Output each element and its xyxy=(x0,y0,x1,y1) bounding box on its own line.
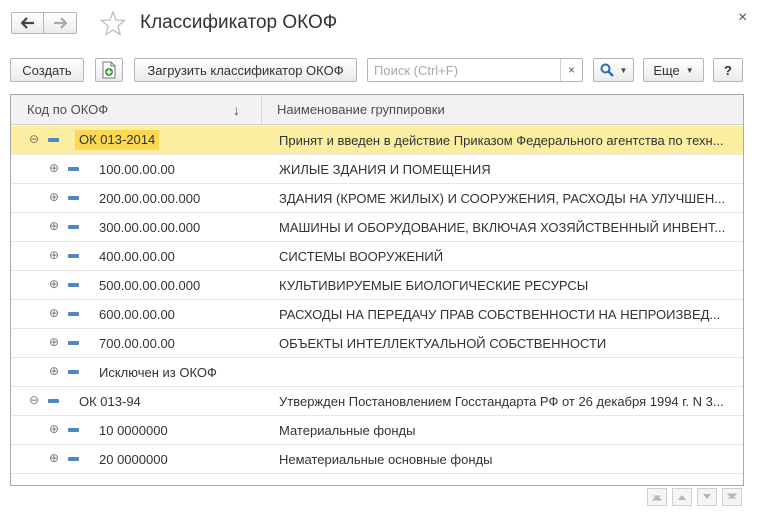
table-row[interactable]: ⊕ 500.00.00.00.000 КУЛЬТИВИРУЕМЫЕ БИОЛОГИЧ… xyxy=(11,271,743,300)
row-name: СИСТЕМЫ ВООРУЖЕНИЙ xyxy=(279,249,444,264)
table-row[interactable]: ⊕ 100.00.00.00 ЖИЛЫЕ ЗДАНИЯ И ПОМЕЩЕНИЯ xyxy=(11,155,743,184)
table-row[interactable]: ⊕ 300.00.00.00.000 МАШИНЫ И ОБОРУДОВАНИЕ, … xyxy=(11,213,743,242)
okof-table: Код по ОКОФ ↓ Наименование группировки ⊖… xyxy=(10,94,744,486)
table-header: Код по ОКОФ ↓ Наименование группировки xyxy=(11,95,743,125)
load-file-icon xyxy=(102,61,116,79)
group-marker-icon xyxy=(68,283,79,287)
row-code: 20 0000000 xyxy=(99,452,168,467)
magnifier-icon xyxy=(600,63,614,77)
load-file-button[interactable] xyxy=(95,58,123,82)
help-button[interactable]: ? xyxy=(713,58,743,82)
scroll-down-button[interactable] xyxy=(697,488,717,506)
expand-icon[interactable]: ⊕ xyxy=(47,335,61,349)
collapse-icon[interactable]: ⊖ xyxy=(27,132,41,146)
scroll-last-button[interactable] xyxy=(722,488,742,506)
group-marker-icon xyxy=(68,341,79,345)
group-marker-icon xyxy=(48,399,59,403)
column-divider[interactable] xyxy=(261,95,262,125)
star-icon xyxy=(99,10,127,36)
down-icon xyxy=(703,494,711,499)
group-marker-icon xyxy=(68,225,79,229)
back-button[interactable] xyxy=(11,12,44,34)
arrow-left-icon xyxy=(20,17,34,29)
group-marker-icon xyxy=(68,167,79,171)
arrow-right-icon xyxy=(54,17,67,29)
row-name: Материальные фонды xyxy=(279,423,416,438)
favorite-button[interactable] xyxy=(99,10,127,39)
scroll-up-button[interactable] xyxy=(672,488,692,506)
table-row[interactable]: ⊕ 400.00.00.00 СИСТЕМЫ ВООРУЖЕНИЙ xyxy=(11,242,743,271)
chevron-down-icon: ▼ xyxy=(685,65,694,75)
chevron-down-icon: ▼ xyxy=(619,65,628,75)
row-name: КУЛЬТИВИРУЕМЫЕ БИОЛОГИЧЕСКИЕ РЕСУРСЫ xyxy=(279,278,589,293)
load-classifier-button[interactable]: Загрузить классификатор ОКОФ xyxy=(134,58,357,82)
expand-icon[interactable]: ⊕ xyxy=(47,306,61,320)
expand-icon[interactable]: ⊕ xyxy=(47,190,61,204)
row-code: 10 0000000 xyxy=(99,423,168,438)
double-down-icon xyxy=(727,493,737,499)
create-button[interactable]: Создать xyxy=(10,58,84,82)
row-name: ЗДАНИЯ (КРОМЕ ЖИЛЫХ) И СООРУЖЕНИЯ, РАСХО… xyxy=(279,191,726,206)
up-icon xyxy=(678,495,686,500)
more-label: Еще xyxy=(653,62,680,78)
close-icon[interactable]: × xyxy=(738,9,747,27)
table-row[interactable]: ⊕ 200.00.00.00.000 ЗДАНИЯ (КРОМЕ ЖИЛЫХ) И … xyxy=(11,184,743,213)
expand-icon[interactable]: ⊕ xyxy=(47,161,61,175)
table-row[interactable]: ⊕ 20 0000000 Нематериальные основные фонды xyxy=(11,445,743,474)
row-code: 400.00.00.00 xyxy=(99,249,175,264)
search-field: × xyxy=(367,58,583,82)
table-row[interactable]: ⊕ 700.00.00.00 ОБЪЕКТЫ ИНТЕЛЛЕКТУАЛЬНОЙ СО… xyxy=(11,329,743,358)
row-name: Нематериальные основные фонды xyxy=(279,452,493,467)
scroll-first-button[interactable] xyxy=(647,488,667,506)
row-code: 500.00.00.00.000 xyxy=(99,278,201,293)
group-marker-icon xyxy=(68,312,79,316)
row-code: ОК 013-94 xyxy=(79,394,141,409)
table-row[interactable]: ⊖ ОК 013-2014 Принят и введен в действие П… xyxy=(11,126,743,155)
expand-icon[interactable]: ⊕ xyxy=(47,277,61,291)
group-marker-icon xyxy=(68,254,79,258)
search-clear-button[interactable]: × xyxy=(560,59,582,81)
row-code: 100.00.00.00 xyxy=(99,162,175,177)
table-row[interactable]: ⊖ ОК 013-94 Утвержден Постановлением Госст… xyxy=(11,387,743,416)
forward-button[interactable] xyxy=(44,12,77,34)
expand-icon[interactable]: ⊕ xyxy=(47,422,61,436)
row-code: ОК 013-2014 xyxy=(75,130,160,150)
expand-icon[interactable]: ⊕ xyxy=(47,248,61,262)
table-row[interactable]: ⊕ 600.00.00.00 РАСХОДЫ НА ПЕРЕДАЧУ ПРАВ СО… xyxy=(11,300,743,329)
row-name: РАСХОДЫ НА ПЕРЕДАЧУ ПРАВ СОБСТВЕННОСТИ Н… xyxy=(279,307,721,322)
row-code: Исключен из ОКОФ xyxy=(99,365,217,380)
row-name: ОБЪЕКТЫ ИНТЕЛЛЕКТУАЛЬНОЙ СОБСТВЕННОСТИ xyxy=(279,336,607,351)
table-row[interactable]: ⊕ Исключен из ОКОФ xyxy=(11,358,743,387)
collapse-icon[interactable]: ⊖ xyxy=(27,393,41,407)
group-marker-icon xyxy=(68,428,79,432)
sort-arrow-icon: ↓ xyxy=(233,102,240,118)
expand-icon[interactable]: ⊕ xyxy=(47,364,61,378)
group-marker-icon xyxy=(68,370,79,374)
row-name: Утвержден Постановлением Госстандарта РФ… xyxy=(279,394,724,409)
table-row[interactable]: ⊕ 10 0000000 Материальные фонды xyxy=(11,416,743,445)
row-code: 300.00.00.00.000 xyxy=(99,220,201,235)
search-button[interactable]: ▼ xyxy=(593,58,634,82)
search-input[interactable] xyxy=(368,59,561,81)
row-code: 600.00.00.00 xyxy=(99,307,175,322)
window-title: Классификатор ОКОФ xyxy=(140,12,338,33)
more-button[interactable]: Еще ▼ xyxy=(643,58,704,82)
column-header-code[interactable]: Код по ОКОФ xyxy=(27,95,108,125)
row-code: 200.00.00.00.000 xyxy=(99,191,201,206)
row-name xyxy=(279,358,729,387)
group-marker-icon xyxy=(48,138,59,142)
double-up-icon xyxy=(652,495,662,501)
column-header-name[interactable]: Наименование группировки xyxy=(277,95,445,125)
expand-icon[interactable]: ⊕ xyxy=(47,219,61,233)
group-marker-icon xyxy=(68,457,79,461)
expand-icon[interactable]: ⊕ xyxy=(47,451,61,465)
group-marker-icon xyxy=(68,196,79,200)
row-code: 700.00.00.00 xyxy=(99,336,175,351)
row-name: ЖИЛЫЕ ЗДАНИЯ И ПОМЕЩЕНИЯ xyxy=(279,162,491,177)
row-name: МАШИНЫ И ОБОРУДОВАНИЕ, ВКЛЮЧАЯ ХОЗЯЙСТВЕ… xyxy=(279,220,726,235)
row-name: Принят и введен в действие Приказом Феде… xyxy=(279,133,724,148)
